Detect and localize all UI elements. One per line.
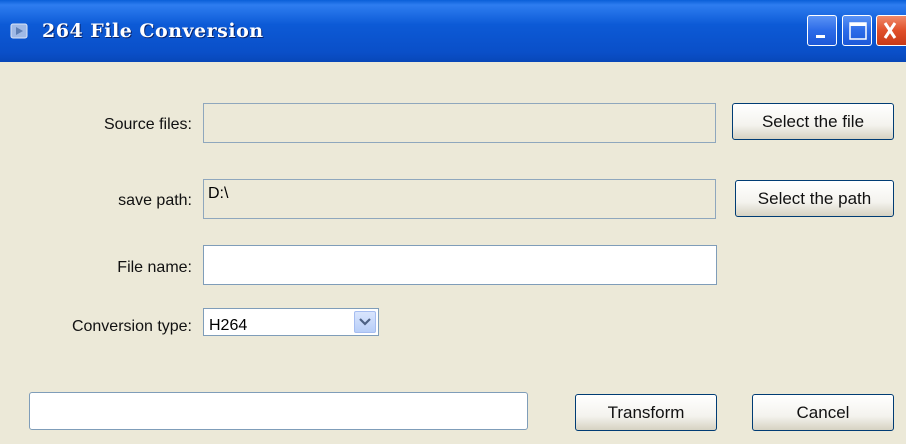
- conversion-type-label: Conversion type:: [71, 318, 192, 335]
- minimize-icon: [816, 35, 825, 38]
- conversion-type-value: H264: [209, 317, 248, 334]
- minimize-button[interactable]: [807, 15, 837, 46]
- file-name-input[interactable]: [203, 245, 717, 285]
- cancel-button[interactable]: Cancel: [752, 394, 894, 431]
- source-files-label: Source files:: [103, 116, 192, 133]
- save-path-field[interactable]: D:\: [203, 179, 716, 219]
- window-title: 264 File Conversion: [42, 20, 264, 42]
- close-icon: [883, 22, 897, 39]
- maximize-button[interactable]: [842, 15, 872, 46]
- app-icon: [10, 23, 28, 39]
- maximize-icon: [849, 22, 867, 40]
- source-files-field[interactable]: [203, 103, 716, 143]
- file-name-label: File name:: [117, 259, 192, 276]
- select-file-button[interactable]: Select the file: [732, 103, 894, 140]
- dropdown-arrow-button[interactable]: [354, 311, 376, 333]
- chevron-down-icon: [359, 318, 371, 326]
- save-path-label: save path:: [118, 192, 192, 209]
- select-path-button[interactable]: Select the path: [735, 180, 894, 217]
- progress-bar: [29, 392, 528, 430]
- title-bar[interactable]: 264 File Conversion: [0, 0, 906, 62]
- conversion-type-select[interactable]: H264: [203, 308, 379, 336]
- close-button[interactable]: [876, 15, 906, 46]
- transform-button[interactable]: Transform: [575, 394, 717, 431]
